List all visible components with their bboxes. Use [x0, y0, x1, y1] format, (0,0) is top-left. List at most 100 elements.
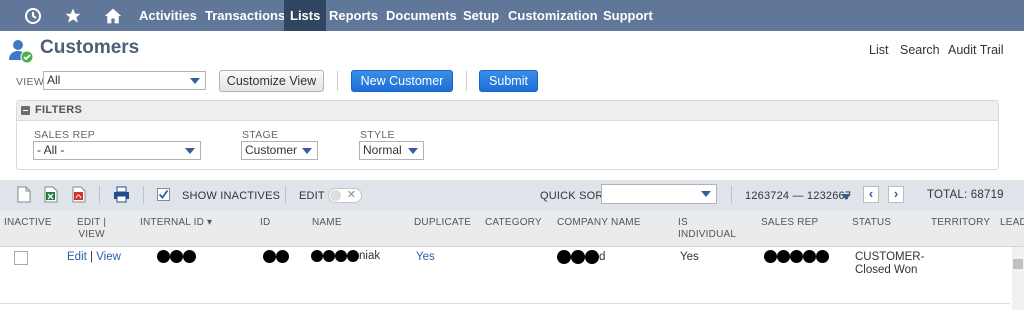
col-company-name[interactable]: COMPANY NAME [557, 217, 641, 229]
chevron-down-icon [408, 148, 418, 154]
top-navigation: Activities Transactions Lists Reports Do… [0, 0, 1024, 31]
vertical-scrollbar[interactable] [1012, 247, 1024, 310]
quick-sort-select[interactable] [601, 184, 717, 204]
quick-sort-label: QUICK SORT [540, 190, 611, 202]
company-name-cell: d [557, 250, 605, 264]
col-is-individual[interactable]: IS INDIVIDUAL [678, 217, 736, 241]
range-dropdown-icon[interactable] [841, 194, 851, 200]
filters-header[interactable]: FILTERS [17, 101, 998, 121]
nav-transactions[interactable]: Transactions [199, 0, 291, 31]
inactive-checkbox[interactable] [14, 251, 28, 265]
stage-label: STAGE [242, 129, 279, 141]
toggle-knob [330, 190, 341, 201]
col-edit-view[interactable]: EDIT | VIEW [77, 217, 106, 241]
company-text: d [599, 251, 606, 264]
chevron-down-icon [190, 78, 200, 84]
col-territory[interactable]: TERRITORY [931, 217, 990, 229]
chevron-down-icon [302, 148, 312, 154]
status-line1: CUSTOMER- [855, 251, 925, 263]
col-edit-view-line2: VIEW [78, 229, 105, 240]
new-customer-button[interactable]: New Customer [351, 70, 453, 92]
is-individual-cell: Yes [680, 251, 699, 263]
table-header: INACTIVE EDIT | VIEW INTERNAL ID ▾ ID NA… [0, 210, 1024, 247]
sales-rep-cell [764, 250, 829, 264]
star-icon[interactable] [53, 0, 93, 31]
col-internal-id[interactable]: INTERNAL ID ▾ [140, 217, 212, 229]
sales-rep-label: SALES REP [34, 129, 96, 141]
chevron-down-icon [185, 148, 195, 154]
divider [337, 71, 338, 91]
col-name[interactable]: NAME [312, 217, 342, 229]
col-edit-view-line1: EDIT | [77, 217, 107, 228]
divider [731, 186, 732, 204]
style-select[interactable]: Normal [359, 141, 424, 160]
name-cell: niak [311, 250, 380, 263]
customize-view-button[interactable]: Customize View [219, 70, 324, 92]
search-link[interactable]: Search [900, 43, 940, 57]
view-link[interactable]: View [96, 251, 121, 263]
table-row: Edit | View niak Yes d Yes CUSTOMER- Clo… [0, 247, 1010, 304]
recent-history-icon[interactable] [13, 0, 53, 31]
view-select[interactable]: All [43, 71, 206, 90]
sales-rep-value: - All - [37, 143, 65, 157]
export-pdf-icon[interactable] [72, 186, 86, 203]
export-csv-icon[interactable] [17, 186, 31, 203]
edit-toggle[interactable]: ✕ [328, 188, 362, 203]
style-value: Normal [363, 143, 402, 157]
nav-customization[interactable]: Customization [502, 0, 604, 31]
status-cell: CUSTOMER- Closed Won [855, 251, 924, 277]
list-link[interactable]: List [869, 43, 888, 57]
col-sales-rep[interactable]: SALES REP [761, 217, 818, 229]
page-title: Customers [40, 37, 140, 58]
customer-icon [8, 38, 34, 64]
status-line2: Closed Won [855, 264, 918, 276]
edit-link[interactable]: Edit [67, 251, 87, 263]
next-page-button[interactable]: › [888, 186, 904, 203]
page-range[interactable]: 1263724 — 1232667 [745, 190, 851, 202]
col-id[interactable]: ID [260, 217, 270, 229]
nav-setup[interactable]: Setup [457, 0, 505, 31]
scrollbar-thumb[interactable] [1013, 259, 1023, 269]
home-icon[interactable] [93, 0, 133, 31]
previous-page-button[interactable]: ‹ [863, 186, 879, 203]
stage-select[interactable]: Customer [241, 141, 318, 160]
divider [466, 71, 467, 91]
view-label: VIEW [16, 76, 45, 88]
col-is-individual-line1: IS [678, 217, 688, 228]
divider [143, 186, 144, 204]
sales-rep-select[interactable]: - All - [33, 141, 201, 160]
name-text: niak [359, 250, 381, 263]
col-inactive[interactable]: INACTIVE [4, 217, 52, 229]
col-duplicate[interactable]: DUPLICATE [414, 217, 471, 229]
nav-support[interactable]: Support [597, 0, 659, 31]
show-inactives-label: SHOW INACTIVES [182, 190, 281, 202]
col-category[interactable]: CATEGORY [485, 217, 542, 229]
nav-lists[interactable]: Lists [284, 0, 327, 31]
id-cell [263, 250, 289, 264]
internal-id-cell [157, 250, 196, 264]
col-lead[interactable]: LEAD [1000, 217, 1024, 229]
close-icon: ✕ [346, 189, 356, 201]
col-status[interactable]: STATUS [852, 217, 891, 229]
divider [285, 186, 286, 204]
chevron-down-icon [701, 191, 711, 197]
collapse-icon[interactable] [21, 106, 30, 115]
col-is-individual-line2: INDIVIDUAL [678, 229, 737, 240]
stage-value: Customer [245, 143, 298, 157]
nav-documents[interactable]: Documents [380, 0, 463, 31]
show-inactives-checkbox[interactable] [157, 188, 170, 201]
view-select-value: All [47, 73, 61, 87]
print-icon[interactable] [113, 186, 130, 203]
divider [99, 186, 100, 204]
edit-view-cell: Edit | View [67, 251, 121, 263]
edit-label: EDIT [299, 190, 325, 202]
filters-title: FILTERS [35, 104, 83, 116]
nav-activities[interactable]: Activities [133, 0, 203, 31]
nav-reports[interactable]: Reports [323, 0, 384, 31]
export-excel-icon[interactable] [44, 186, 58, 203]
duplicate-cell[interactable]: Yes [416, 251, 435, 264]
audit-trail-link[interactable]: Audit Trail [948, 43, 1004, 57]
total-count: TOTAL: 68719 [927, 189, 1004, 201]
style-label: STYLE [360, 129, 395, 141]
submit-button[interactable]: Submit [479, 70, 538, 92]
